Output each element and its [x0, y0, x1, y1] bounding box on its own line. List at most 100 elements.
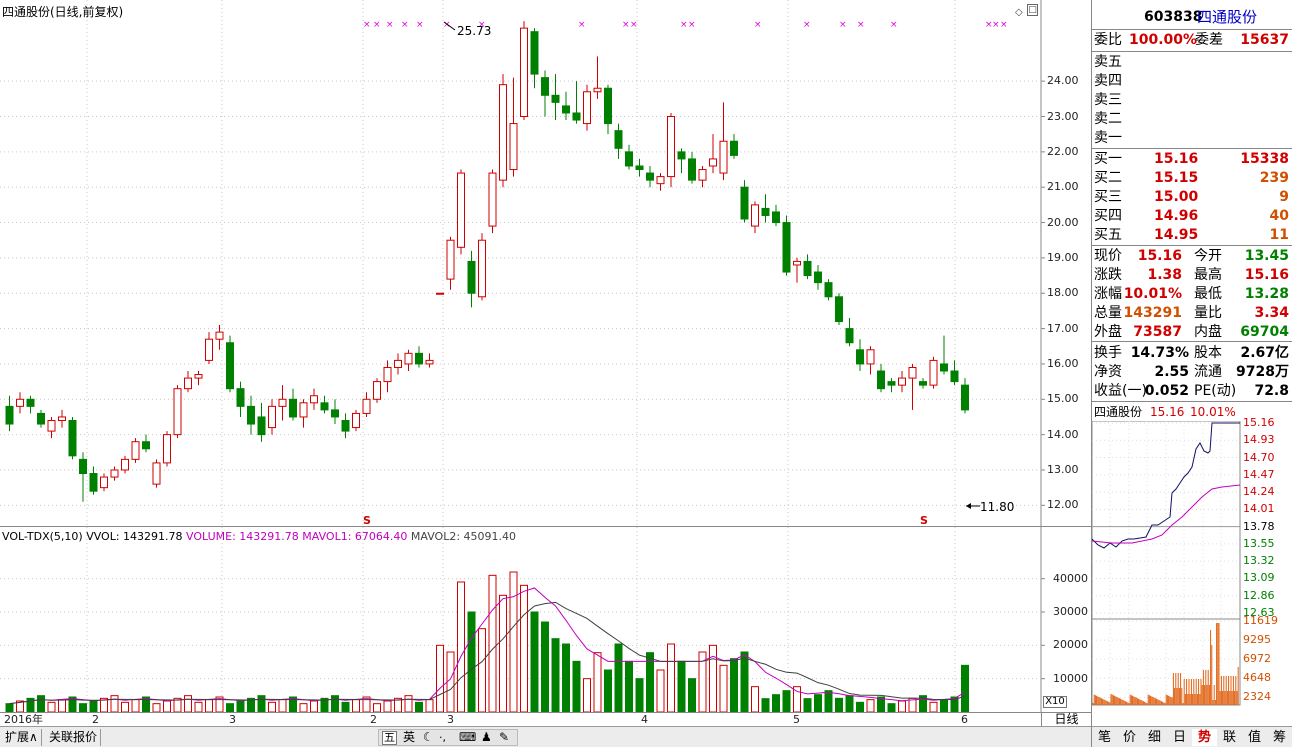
- volume-bar[interactable]: [656, 669, 665, 713]
- candle[interactable]: [803, 254, 812, 280]
- candle[interactable]: [16, 392, 24, 414]
- candle[interactable]: [310, 388, 318, 410]
- volume-bar[interactable]: [110, 695, 119, 713]
- right-tab[interactable]: 势: [1192, 729, 1217, 746]
- moon-icon[interactable]: ☾: [423, 730, 434, 745]
- volume-bar[interactable]: [37, 695, 45, 713]
- candle[interactable]: [299, 399, 308, 428]
- right-tab[interactable]: 筹: [1267, 729, 1292, 746]
- candle[interactable]: [688, 151, 696, 184]
- volume-bar[interactable]: [488, 574, 497, 713]
- candle[interactable]: [730, 134, 738, 159]
- candle[interactable]: [793, 257, 801, 283]
- candle[interactable]: [877, 363, 885, 393]
- volume-bar[interactable]: [131, 699, 140, 713]
- volume-bar[interactable]: [404, 695, 413, 713]
- right-tab[interactable]: 日: [1167, 729, 1192, 746]
- volume-bar[interactable]: [887, 703, 896, 713]
- volume-bar[interactable]: [719, 664, 728, 713]
- volume-bar[interactable]: [688, 678, 696, 713]
- volume-bar[interactable]: [79, 703, 87, 713]
- volume-bar[interactable]: [667, 643, 675, 713]
- candle[interactable]: [751, 201, 759, 234]
- volume-bar[interactable]: [541, 621, 549, 713]
- candle[interactable]: [478, 233, 486, 301]
- volume-bar[interactable]: [751, 686, 759, 713]
- candle[interactable]: [257, 402, 266, 442]
- volume-bar[interactable]: [940, 699, 948, 713]
- candle[interactable]: [698, 165, 707, 188]
- candle[interactable]: [194, 371, 203, 386]
- volume-bar[interactable]: [310, 700, 318, 713]
- candle[interactable]: [929, 356, 938, 389]
- volume-bar[interactable]: [835, 697, 843, 713]
- volume-bar[interactable]: [824, 690, 833, 713]
- candle[interactable]: [961, 378, 969, 414]
- volume-bar[interactable]: [677, 660, 686, 713]
- volume-bar[interactable]: [341, 701, 350, 713]
- english-mode-icon[interactable]: 英: [403, 730, 415, 745]
- candle[interactable]: [824, 279, 833, 301]
- punctuation-icon[interactable]: ·,: [439, 730, 446, 745]
- volume-bar[interactable]: [163, 700, 171, 713]
- candle[interactable]: [415, 346, 423, 368]
- volume-bar[interactable]: [856, 701, 864, 713]
- candle[interactable]: [887, 378, 896, 393]
- candle[interactable]: [719, 102, 728, 181]
- candle[interactable]: [173, 385, 182, 439]
- volume-bar[interactable]: [761, 698, 770, 713]
- volume-bar[interactable]: [740, 651, 749, 713]
- candle[interactable]: [131, 438, 140, 463]
- diamond-icon[interactable]: ◇: [1015, 7, 1023, 18]
- candle[interactable]: [866, 346, 875, 375]
- candle[interactable]: [898, 371, 906, 393]
- volume-bar[interactable]: [635, 678, 644, 713]
- volume-bar[interactable]: [583, 678, 591, 713]
- volume-bar[interactable]: [961, 664, 969, 713]
- right-tab[interactable]: 值: [1242, 729, 1267, 746]
- candle[interactable]: [268, 399, 276, 435]
- related-quotes-tab[interactable]: 关联报价: [46, 729, 102, 746]
- candle[interactable]: [436, 292, 444, 295]
- candle[interactable]: [362, 392, 371, 417]
- right-tab[interactable]: 价: [1117, 729, 1142, 746]
- candle[interactable]: [835, 293, 843, 326]
- candle[interactable]: [604, 84, 612, 135]
- volume-bar[interactable]: [436, 644, 444, 713]
- volume-bar[interactable]: [331, 695, 339, 713]
- kline-chart[interactable]: × × × × × × × × × × × × × × × × × × × ×: [0, 0, 1091, 527]
- volume-bar[interactable]: [184, 695, 192, 713]
- candle[interactable]: [26, 395, 35, 414]
- candle[interactable]: [394, 353, 402, 375]
- wubi-input-icon[interactable]: 五: [382, 731, 397, 745]
- candle[interactable]: [5, 395, 14, 432]
- candle[interactable]: [373, 378, 381, 403]
- volume-bar[interactable]: [352, 699, 360, 713]
- candle[interactable]: [446, 236, 455, 290]
- volume-bar[interactable]: [194, 701, 203, 713]
- candle[interactable]: [541, 70, 549, 117]
- volume-bar[interactable]: [383, 700, 392, 713]
- candle[interactable]: [709, 134, 717, 174]
- volume-bar[interactable]: [625, 660, 633, 713]
- volume-bar[interactable]: [866, 699, 875, 713]
- keyboard-icon[interactable]: ⌨: [459, 730, 476, 745]
- candle[interactable]: [646, 165, 654, 188]
- volume-bar[interactable]: [5, 703, 14, 713]
- candle[interactable]: [551, 74, 560, 121]
- volume-bar[interactable]: [205, 699, 213, 713]
- candle[interactable]: [163, 431, 171, 467]
- candle[interactable]: [635, 158, 644, 177]
- volume-bar[interactable]: [415, 701, 423, 713]
- candle[interactable]: [152, 459, 161, 488]
- volume-bar[interactable]: [425, 699, 434, 713]
- candle[interactable]: [383, 360, 392, 393]
- volume-bar[interactable]: [614, 643, 623, 713]
- wrench-icon[interactable]: ✎: [499, 730, 509, 745]
- candle[interactable]: [89, 466, 98, 495]
- candle[interactable]: [919, 378, 927, 389]
- candle[interactable]: [677, 148, 686, 174]
- candle[interactable]: [404, 349, 413, 372]
- period-button[interactable]: 日线: [1041, 712, 1091, 726]
- candle[interactable]: [68, 416, 77, 460]
